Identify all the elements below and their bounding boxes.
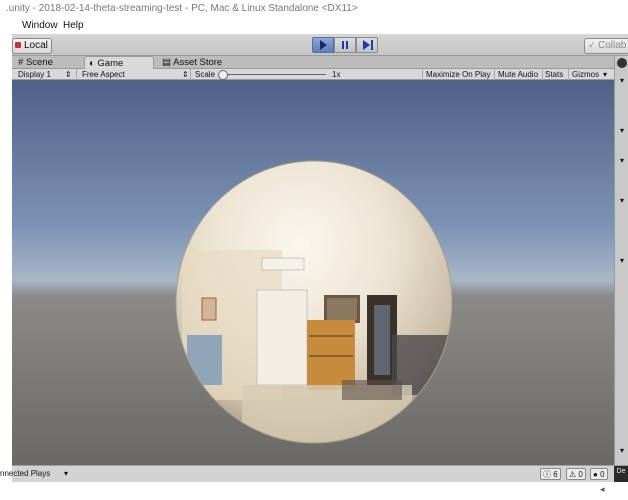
- info-icon: [617, 58, 627, 68]
- play-icon: [320, 40, 327, 50]
- game-view-toolbar: Display 1 ⇕ Free Aspect ⇕ Scale 1x Maxim…: [12, 69, 614, 80]
- warning-count-badge[interactable]: ⚠ 0: [566, 468, 586, 480]
- expand-arrow-icon-4[interactable]: ▾: [620, 256, 624, 265]
- menu-bar: Window Help: [0, 18, 628, 34]
- tab-scene[interactable]: # Scene: [14, 56, 76, 69]
- connected-players-dropdown[interactable]: nnected Plays: [0, 469, 50, 478]
- tab-asset-store[interactable]: ▤ Asset Store: [158, 56, 238, 69]
- pause-icon: [342, 41, 344, 49]
- tab-bar: # Scene ◐ Game ▤ Asset Store ≡: [12, 56, 628, 69]
- status-bar: nnected Plays ▾ ⓘ 6 ⚠ 0 ● 0 De: [0, 465, 628, 482]
- main-toolbar: Local ✓ Collab: [12, 34, 628, 56]
- expand-arrow-icon-3[interactable]: ▾: [620, 196, 624, 205]
- aspect-dropdown[interactable]: Free Aspect: [82, 69, 125, 80]
- display-dropdown-arrow-icon: ⇕: [65, 70, 72, 79]
- display-dropdown[interactable]: Display 1: [18, 69, 51, 80]
- check-icon: ✓: [588, 40, 596, 50]
- mute-audio-toggle[interactable]: Mute Audio: [498, 69, 538, 80]
- game-render: [175, 160, 453, 444]
- info-count-icon: ⓘ: [543, 470, 551, 479]
- stats-toggle[interactable]: Stats: [545, 69, 563, 80]
- dev-corner-label: De: [614, 466, 628, 482]
- window-bottom: ◂: [0, 482, 628, 500]
- inspector-panel-edge: ▾ ▾ ▾ ▾ ▾ ▾: [614, 56, 628, 465]
- window-title: .unity - 2018-02-14-theta-streaming-test…: [6, 3, 358, 14]
- play-button[interactable]: [312, 37, 334, 53]
- scale-label: Scale: [195, 70, 216, 79]
- scale-slider-track[interactable]: [222, 74, 326, 75]
- aspect-dropdown-arrow-icon: ⇕: [182, 70, 189, 79]
- error-count: 0: [600, 470, 605, 479]
- info-count: 6: [553, 470, 558, 479]
- maximize-on-play-toggle[interactable]: Maximize On Play: [426, 69, 490, 80]
- game-viewport[interactable]: [12, 80, 614, 465]
- menu-help[interactable]: Help: [63, 20, 84, 31]
- connected-players-arrow-icon: ▾: [64, 469, 69, 478]
- window-titlebar: .unity - 2018-02-14-theta-streaming-test…: [0, 0, 628, 18]
- collab-button[interactable]: ✓ Collab: [584, 38, 628, 54]
- left-edge: [0, 34, 12, 482]
- gizmos-dropdown[interactable]: Gizmos: [572, 69, 599, 80]
- step-icon: [363, 40, 370, 50]
- expand-arrow-icon[interactable]: ▾: [620, 126, 624, 135]
- game-icon: ◐: [89, 58, 95, 69]
- scale-slider-thumb[interactable]: [218, 70, 228, 80]
- store-icon: ▤: [162, 57, 171, 68]
- tab-asset-store-label: Asset Store: [173, 57, 223, 68]
- error-count-badge[interactable]: ● 0: [590, 468, 608, 480]
- error-count-icon: ●: [593, 470, 598, 479]
- step-button[interactable]: [356, 37, 378, 53]
- scene-icon: #: [18, 57, 24, 68]
- tab-scene-label: Scene: [25, 57, 53, 68]
- collab-label: Collab: [598, 40, 627, 51]
- info-count-badge[interactable]: ⓘ 6: [540, 468, 561, 480]
- tab-game-label: Game: [97, 58, 124, 69]
- menu-window[interactable]: Window: [22, 20, 58, 31]
- scale-value: 1x: [332, 70, 341, 79]
- scroll-down-icon[interactable]: ▾: [620, 446, 624, 455]
- warning-count: 0: [578, 470, 583, 479]
- local-icon: [15, 42, 21, 48]
- local-label: Local: [24, 40, 48, 51]
- warning-count-icon: ⚠: [569, 470, 577, 479]
- scroll-arrow-icon[interactable]: ◂: [600, 484, 605, 495]
- collapse-arrow-icon[interactable]: ▾: [620, 76, 624, 85]
- gizmos-arrow-icon: ▾: [603, 70, 608, 79]
- tab-game[interactable]: ◐ Game: [84, 56, 154, 69]
- expand-arrow-icon-2[interactable]: ▾: [620, 156, 624, 165]
- local-button[interactable]: Local: [12, 38, 52, 54]
- pause-button[interactable]: [334, 37, 356, 53]
